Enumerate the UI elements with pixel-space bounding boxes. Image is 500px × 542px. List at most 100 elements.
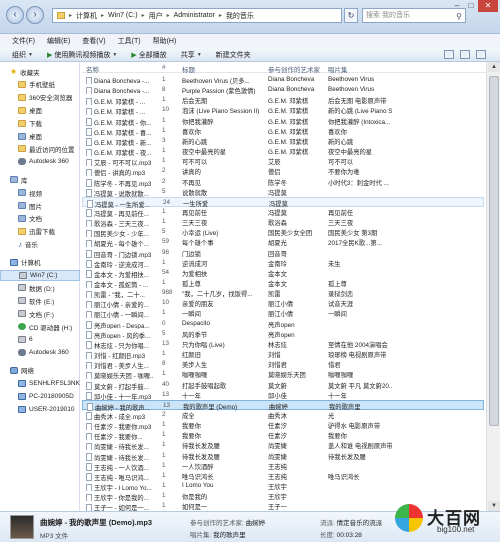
details-artist-value[interactable]: 曲婉婷: [246, 520, 266, 527]
vertical-scrollbar[interactable]: ▲ ▼: [486, 62, 500, 511]
sidebar-item[interactable]: ♪ 音乐: [0, 239, 80, 250]
sidebar-item[interactable]: USER-2019010: [0, 404, 80, 415]
table-row[interactable]: 丽江小倩 - 一瞬间... 1 一瞬间 丽江小倩 一瞬间: [82, 308, 484, 319]
menu-help[interactable]: 帮助(H): [153, 36, 177, 46]
breadcrumb-administrator[interactable]: Administrator: [174, 12, 215, 19]
sidebar-item[interactable]: 软件 (E:): [0, 295, 80, 306]
menu-view[interactable]: 查看(V): [82, 36, 105, 46]
details-album-value[interactable]: 我的歌声里: [213, 532, 246, 539]
table-row[interactable]: 僧侣 - 讲真的.mp3 2 讲真的 僧侣 不要你为难: [82, 166, 484, 177]
table-row[interactable]: 任素汐 - 我要你.mp3 1 我要你 任素汐 驴得水 电影原声带: [82, 420, 484, 431]
column-album[interactable]: 唱片集: [328, 64, 348, 74]
table-row[interactable]: 陈学冬 - 不再见.mp3 2 不再见 陈学冬 小时代3：刺金时代 ...: [82, 177, 484, 187]
table-row[interactable]: G.E.M. 邓紫棋 - 你... 1 你把我灌醉 G.E.M. 邓紫棋 你把我灌醉 (…: [82, 116, 484, 126]
sidebar-item[interactable]: 迅雷下载: [0, 226, 80, 237]
sidebar-item[interactable]: 桌面: [0, 105, 80, 116]
address-bar[interactable]: ▸ 计算机 ▸ Win7 (C:) ▸ 用户 ▸ Administrator ▸…: [52, 8, 342, 23]
table-row[interactable]: 冯提莫 - 说散就散... 5 说散就散 冯提莫: [82, 187, 484, 197]
share-button[interactable]: 共享 ▼: [181, 50, 202, 60]
sidebar-item[interactable]: Win7 (C:): [0, 269, 80, 281]
sidebar-item[interactable]: 计算机: [0, 257, 80, 268]
details-genre-value[interactable]: 情定音乐的流派: [337, 520, 383, 527]
table-row[interactable]: 任素汐 - 我要你... 1 我要你 任素汐 我要你: [82, 430, 484, 441]
table-row[interactable]: 曲婉婷 - 我的歌声... 13 我的歌声里 (Demo) 曲婉婷 我的歌声里: [82, 399, 484, 411]
refresh-button[interactable]: ↻: [344, 8, 358, 23]
sidebar-item[interactable]: 桌面: [0, 131, 80, 142]
organize-button[interactable]: 组织 ▼: [12, 50, 33, 60]
table-row[interactable]: G.E.M. 邓紫棋 - ... 10 泡沫 (Live Piano Session…: [82, 105, 484, 116]
sidebar-item[interactable]: 6: [0, 334, 80, 345]
table-row[interactable]: 亮声open - 风的季... 5 风的季节 亮声open: [82, 329, 484, 339]
table-row[interactable]: 王欣宇 - I Lomo Yo... 1 I Lomo You 王欣宇: [82, 481, 484, 491]
preview-pane-icon[interactable]: [460, 50, 470, 59]
sidebar-item[interactable]: 文档 (F:): [0, 308, 80, 319]
sidebar-item[interactable]: SENHLRFSL3NK: [0, 378, 80, 389]
sidebar-item[interactable]: 库: [0, 174, 80, 185]
table-row[interactable]: 刘惜 - 红颜旧.mp3 1 红颜旧 刘惜 琅琊榜 电视剧原声带: [82, 349, 484, 360]
table-row[interactable]: Diana Boncheva -... 8 Purple Passion (紫色激情…: [82, 85, 484, 95]
table-row[interactable]: 凯雷 - "我，二十... 988 "我，二十几岁，找饭得... 凯雷 录狱剑恋: [82, 288, 484, 299]
table-row[interactable]: 丽江小倩 - 亲爱的... 10 亲爱的朋友 丽江小倩 试音天涯: [82, 298, 484, 309]
breadcrumb-users[interactable]: 用户: [149, 11, 163, 21]
table-row[interactable]: 亮声open - Despa... 0 Despacito 亮声open: [82, 319, 484, 329]
help-icon[interactable]: [476, 50, 486, 59]
table-row[interactable]: 冯提莫 - 再见前任... 1 再见前任 冯提莫 再见前任: [82, 207, 484, 217]
table-row[interactable]: 王志纯 - 唯马识鸿... 1 唯马识鸿长 王志纯 唯马识鸿长: [82, 471, 484, 481]
table-row[interactable]: 冯提莫 - 一生所爱... 24 一生所爱 冯提莫: [82, 196, 484, 208]
table-row[interactable]: 金本文 - 为爱相扶... 54 为爱相扶 金本文: [82, 268, 484, 278]
table-row[interactable]: 回音哥 - 门边锁.mp3 98 门边锁 回音哥: [82, 248, 484, 258]
table-row[interactable]: Diana Boncheva -... 1 Beethoven Virus (贝多.…: [82, 75, 484, 85]
sidebar-item[interactable]: Autodesk 360: [0, 156, 80, 167]
sidebar-item[interactable]: 视频: [0, 187, 80, 198]
sidebar-item[interactable]: 下载: [0, 118, 80, 129]
table-row[interactable]: 尚雯婕 - 待我长发... 1 待我长发及腰 尚雯婕 待我长发及腰: [82, 451, 484, 461]
table-row[interactable]: 莫晓娱乐天团 - 咖喱... 1 咖喱咖喱 莫晓娱乐天团 咖喱咖喱: [82, 369, 484, 380]
table-row[interactable]: 国民美少女 - 少年... 5 小幸运 (Live) 国民美少女全团 国民美少女 第3期: [82, 227, 484, 238]
breadcrumb-my-music[interactable]: 我的音乐: [226, 11, 254, 21]
menu-tools[interactable]: 工具(T): [118, 36, 141, 46]
sidebar-item[interactable]: 文档: [0, 213, 80, 224]
new-folder-button[interactable]: 新建文件夹: [216, 50, 251, 60]
column-name[interactable]: 名称: [86, 64, 99, 74]
column-title[interactable]: 标题: [182, 64, 195, 74]
table-row[interactable]: 尚雯婕 - 待我长发... 1 待我长发及腰 尚雯婕 盖人和谁 电视剧原声带: [82, 440, 484, 451]
sidebar-item[interactable]: Autodesk 360: [0, 347, 80, 358]
table-row[interactable]: G.E.M. 邓紫棋 - 喜... 1 喜欢你 G.E.M. 邓紫棋 喜欢你: [82, 126, 484, 136]
sidebar-item[interactable]: 手机壁纸: [0, 79, 80, 90]
table-row[interactable]: 刘惜君 - 美步人生... 8 美步人生 刘惜君 惜君: [82, 359, 484, 370]
table-row[interactable]: 莫文蔚 - 打起手鼓... 40 打起手鼓唱起歌 莫文蔚 莫文蔚 平凡 莫文蔚20...: [82, 380, 484, 390]
scroll-thumb[interactable]: [489, 76, 499, 426]
maximize-button[interactable]: □: [464, 0, 478, 12]
back-button[interactable]: ‹: [6, 6, 24, 24]
table-row[interactable]: 林志炫 - 只为你唱... 13 只为你唱 (Live) 林志炫 至情在他 2004演唱…: [82, 339, 484, 349]
table-row[interactable]: 王志纯 - 一人饮酒... 1 一人饮酒醉 王志纯: [82, 461, 484, 471]
sidebar-item[interactable]: 数据 (D:): [0, 282, 80, 293]
menu-file[interactable]: 文件(F): [12, 36, 35, 46]
column-number[interactable]: #: [162, 64, 166, 71]
scroll-up-icon[interactable]: ▲: [488, 62, 500, 72]
sidebar-item[interactable]: 网络: [0, 365, 80, 376]
play-with-button[interactable]: ▶ 使用腾讯视频播放 ▼: [47, 50, 117, 60]
column-artist[interactable]: 参与创作的艺术家: [268, 64, 320, 74]
sidebar-item[interactable]: ★ 收藏夹: [0, 66, 80, 77]
play-all-button[interactable]: ▶ 全部播放: [131, 50, 166, 60]
table-row[interactable]: G.E.M. 邓紫棋 - 夜... 1 夜空中最亮的星 G.E.M. 邓紫棋 夜空中最亮…: [82, 146, 484, 157]
table-row[interactable]: G.E.M. 邓紫棋 - ... 1 后会无期 G.E.M. 邓紫棋 后会无期 电影原声…: [82, 95, 484, 106]
breadcrumb-computer[interactable]: 计算机: [76, 11, 97, 21]
table-row[interactable]: 歌浴森 - 三天三夜... 1 三天三夜 歌浴森 三天三夜: [82, 217, 484, 228]
menu-edit[interactable]: 编辑(E): [47, 36, 70, 46]
sidebar-item[interactable]: 360安全浏览器: [0, 92, 80, 103]
sidebar-item[interactable]: PC-20180905D: [0, 391, 80, 402]
sidebar-item[interactable]: CD 驱动器 (H:): [0, 321, 80, 332]
close-button[interactable]: ✕: [478, 0, 498, 12]
sidebar-item[interactable]: 最近访问的位置: [0, 143, 80, 154]
minimize-button[interactable]: –: [450, 0, 464, 12]
sidebar-item[interactable]: 图片: [0, 200, 80, 211]
table-row[interactable]: 金南玲 - 逆流成河... 1 逆流成河 金南玲 未生: [82, 258, 484, 268]
breadcrumb-win7[interactable]: Win7 (C:): [108, 12, 138, 19]
table-row[interactable]: 胡夏光 - 每个雄个... 59 每个雄个事 胡夏光 2017全民K歌...第...: [82, 237, 484, 248]
view-options-icon[interactable]: [444, 50, 454, 59]
table-row[interactable]: 邱小佳 - 十一年.mp3 13 十一年 邱小佳 十一年: [82, 390, 484, 400]
table-row[interactable]: 金本文 - 孤蛇筒 - ... 1 孤上尊 金本文 孤上尊: [82, 278, 484, 288]
table-row[interactable]: 曲秀沐 - 成全.mp3 2 成全 曲秀沐 光: [82, 410, 484, 420]
